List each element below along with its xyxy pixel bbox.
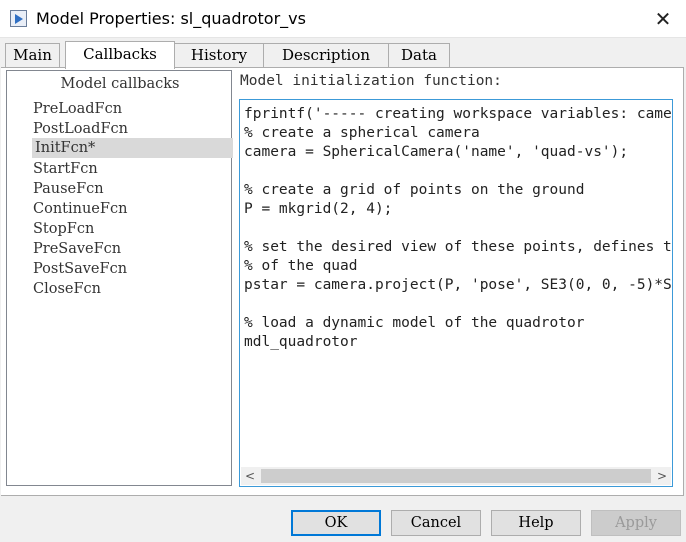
code-line: % create a grid of points on the ground — [244, 182, 585, 198]
window-title: Model Properties: sl_quadrotor_vs — [36, 9, 306, 28]
tab-callbacks[interactable]: Callbacks — [65, 41, 175, 69]
callback-item-pausefcn[interactable]: PauseFcn — [33, 179, 104, 199]
editor-label: Model initialization function: — [240, 73, 502, 89]
code-editor[interactable]: fprintf('----- creating workspace variab… — [239, 99, 673, 487]
code-line: % create a spherical camera — [244, 125, 480, 141]
code-line: % load a dynamic model of the quadrotor — [244, 315, 585, 331]
close-icon[interactable]: ✕ — [640, 0, 686, 38]
code-line: % of the quad — [244, 258, 358, 274]
callback-item-preloadfcn[interactable]: PreLoadFcn — [33, 99, 122, 119]
tab-data[interactable]: Data — [388, 43, 450, 68]
horizontal-scrollbar[interactable]: < > — [241, 467, 671, 485]
help-button[interactable]: Help — [491, 510, 581, 536]
title-bar: Model Properties: sl_quadrotor_vs ✕ — [0, 0, 686, 38]
callback-item-presavefcn[interactable]: PreSaveFcn — [33, 239, 121, 259]
cancel-button[interactable]: Cancel — [391, 510, 481, 536]
callback-item-startfcn[interactable]: StartFcn — [33, 159, 98, 179]
scroll-thumb[interactable] — [261, 469, 651, 483]
tab-description[interactable]: Description — [263, 43, 389, 68]
scroll-left-icon[interactable]: < — [241, 467, 259, 485]
code-line: pstar = camera.project(P, 'pose', SE3(0,… — [244, 277, 673, 293]
callback-item-initfcn[interactable]: InitFcn* — [32, 138, 233, 158]
tab-history[interactable]: History — [174, 43, 264, 68]
callbacks-header: Model callbacks — [60, 76, 180, 92]
code-line: camera = SphericalCamera('name', 'quad-v… — [244, 144, 629, 160]
callback-item-continuefcn[interactable]: ContinueFcn — [33, 199, 127, 219]
callback-item-closefcn[interactable]: CloseFcn — [33, 279, 101, 299]
simulink-app-icon — [10, 10, 27, 27]
callbacks-list: Model callbacks PreLoadFcn PostLoadFcn I… — [6, 70, 233, 486]
code-line: P = mkgrid(2, 4); — [244, 201, 393, 217]
scroll-right-icon[interactable]: > — [653, 467, 671, 485]
callback-item-stopfcn[interactable]: StopFcn — [33, 219, 94, 239]
apply-button[interactable]: Apply — [591, 510, 681, 536]
callback-item-postsavefcn[interactable]: PostSaveFcn — [33, 259, 127, 279]
tab-main[interactable]: Main — [5, 43, 60, 68]
code-line: mdl_quadrotor — [244, 334, 358, 350]
code-line: fprintf('----- creating workspace variab… — [244, 106, 673, 122]
code-line: % set the desired view of these points, … — [244, 239, 673, 255]
callback-item-postloadfcn[interactable]: PostLoadFcn — [33, 119, 128, 139]
ok-button[interactable]: OK — [291, 510, 381, 536]
